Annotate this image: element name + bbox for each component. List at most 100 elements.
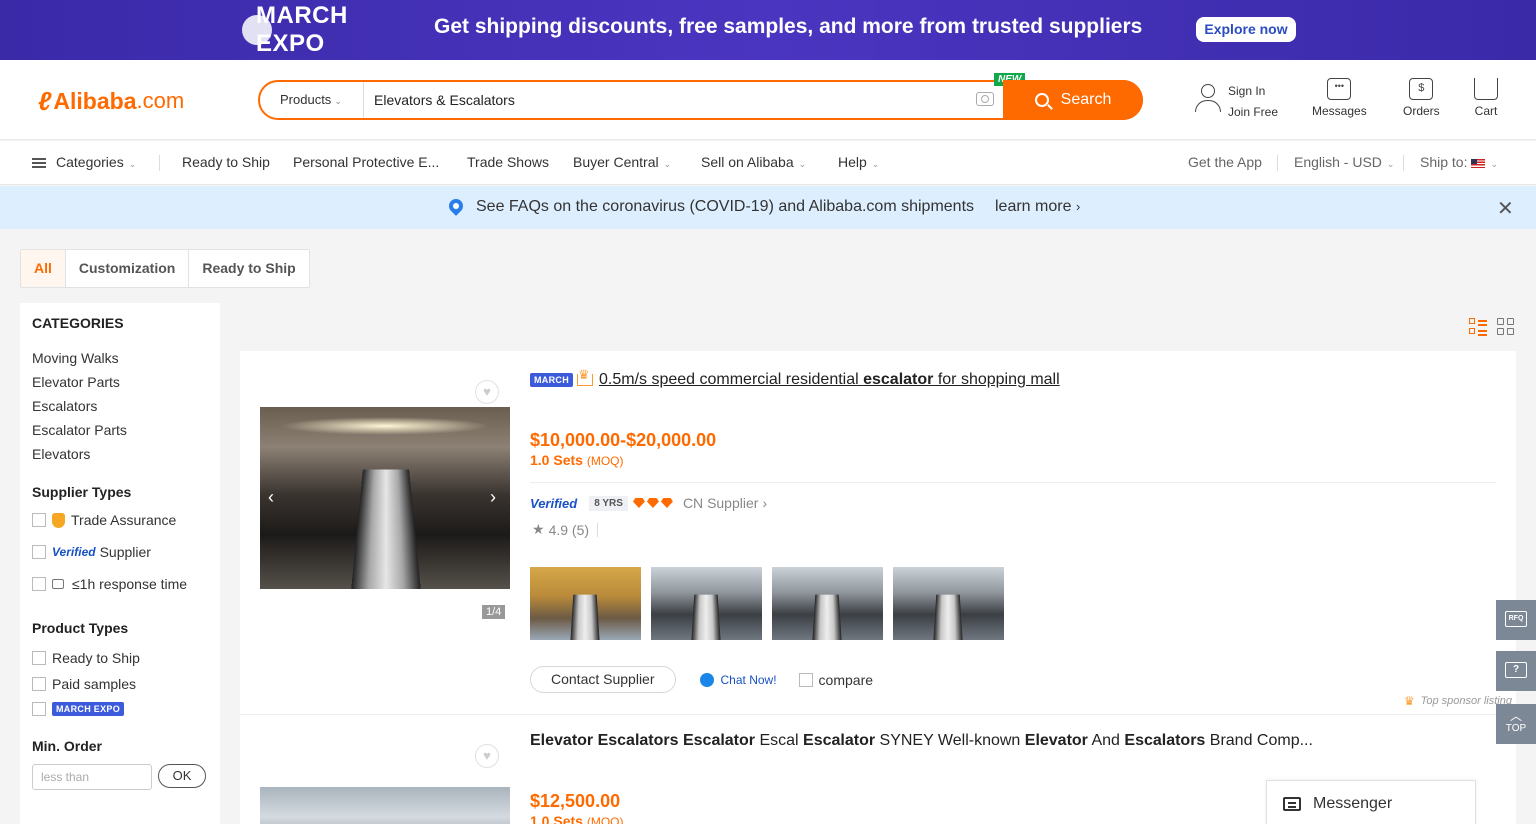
cart-icon bbox=[1474, 78, 1498, 100]
nav-trade-shows[interactable]: Trade Shows bbox=[467, 154, 549, 170]
product-actions: Contact Supplier Chat Now! compare bbox=[530, 666, 873, 693]
chevron-right-icon: › bbox=[762, 495, 768, 511]
checkbox[interactable] bbox=[798, 672, 813, 687]
filter-verified-supplier[interactable]: Verified Supplier bbox=[32, 544, 208, 560]
nav-personal-protective[interactable]: Personal Protective E... bbox=[293, 154, 439, 170]
category-elevators[interactable]: Elevators bbox=[32, 442, 208, 466]
ship-to-selector[interactable]: Ship to: ⌄ bbox=[1420, 154, 1498, 170]
product-title[interactable]: MARCH 0.5m/s speed commercial residentia… bbox=[530, 368, 1060, 389]
orders-link[interactable]: $ Orders bbox=[1403, 78, 1440, 118]
nav-sell-on-alibaba[interactable]: Sell on Alibaba ⌄ bbox=[701, 154, 806, 170]
camera-icon[interactable] bbox=[976, 92, 994, 106]
filter-response-time[interactable]: ≤1h response time bbox=[32, 576, 208, 592]
title-text: Brand Comp... bbox=[1205, 732, 1313, 749]
tab-all[interactable]: All bbox=[21, 250, 66, 287]
feedback-float-button[interactable]: ? bbox=[1496, 651, 1536, 691]
product-image[interactable]: ‹ › bbox=[260, 407, 510, 589]
thumbnail[interactable] bbox=[651, 567, 762, 640]
search-category-label: Products bbox=[280, 92, 332, 107]
chevron-right-icon[interactable]: › bbox=[490, 487, 496, 508]
star-icon: ★ bbox=[532, 521, 545, 537]
categories-title: CATEGORIES bbox=[32, 315, 124, 331]
learn-more-link[interactable]: learn more › bbox=[995, 198, 1080, 216]
category-escalators[interactable]: Escalators bbox=[32, 394, 208, 418]
checkbox[interactable] bbox=[32, 513, 46, 527]
tab-ready-to-ship[interactable]: Ready to Ship bbox=[189, 250, 308, 287]
close-icon[interactable]: ✕ bbox=[1497, 196, 1514, 221]
alibaba-logo[interactable]: ℓ Alibaba .com bbox=[38, 86, 184, 116]
checkbox[interactable] bbox=[32, 702, 46, 716]
title-keyword: Escalators bbox=[1124, 732, 1206, 749]
join-free-link[interactable]: Join Free bbox=[1228, 105, 1278, 119]
ready-to-ship-label: Ready to Ship bbox=[52, 650, 140, 666]
top-label: TOP bbox=[1505, 723, 1527, 734]
filter-ready-to-ship[interactable]: Ready to Ship bbox=[32, 650, 208, 666]
search-category-dropdown[interactable]: Products ⌄ bbox=[260, 82, 364, 118]
thumbnail[interactable] bbox=[893, 567, 1004, 640]
favorite-heart-icon[interactable]: ♥ bbox=[475, 744, 499, 768]
category-escalator-parts[interactable]: Escalator Parts bbox=[32, 418, 208, 442]
compare-checkbox[interactable]: compare bbox=[798, 672, 873, 688]
favorite-heart-icon[interactable]: ♥ bbox=[475, 380, 499, 404]
ship-to-label: Ship to: bbox=[1420, 154, 1468, 170]
supplier-label: Supplier bbox=[707, 495, 759, 511]
language-currency-selector[interactable]: English - USD ⌄ bbox=[1294, 154, 1394, 170]
min-order-input[interactable] bbox=[32, 764, 152, 790]
checkbox[interactable] bbox=[32, 677, 46, 691]
chevron-left-icon[interactable]: ‹ bbox=[268, 487, 274, 508]
verified-badge: Verified bbox=[530, 495, 578, 511]
product-moq: 1.0 Sets (MOQ) bbox=[530, 452, 623, 468]
categories-menu[interactable]: Categories ⌄ bbox=[32, 154, 136, 170]
chat-icon bbox=[699, 672, 714, 687]
search-button[interactable]: Search bbox=[1003, 80, 1143, 120]
contact-supplier-button[interactable]: Contact Supplier bbox=[530, 666, 676, 693]
promo-banner[interactable]: MARCH EXPO Get shipping discounts, free … bbox=[0, 0, 1536, 60]
min-order-filter: OK bbox=[32, 764, 208, 790]
thumbnail[interactable] bbox=[530, 567, 641, 640]
checkbox[interactable] bbox=[32, 577, 46, 591]
paid-samples-label: Paid samples bbox=[52, 676, 137, 692]
search-button-label: Search bbox=[1060, 91, 1112, 108]
grid-view-icon[interactable] bbox=[1497, 318, 1515, 336]
tab-customization[interactable]: Customization bbox=[66, 250, 190, 287]
back-to-top-button[interactable]: ︿ TOP bbox=[1496, 704, 1536, 744]
diamond-icon bbox=[646, 498, 659, 508]
sign-in-area[interactable]: Sign In Join Free bbox=[1194, 84, 1278, 119]
explore-now-button[interactable]: Explore now bbox=[1196, 17, 1296, 42]
messenger-widget[interactable]: Messenger bbox=[1266, 780, 1476, 824]
category-elevator-parts[interactable]: Elevator Parts bbox=[32, 370, 208, 394]
chat-now-label: Chat Now! bbox=[720, 672, 777, 687]
list-view-icon[interactable] bbox=[1469, 318, 1487, 336]
filter-paid-samples[interactable]: Paid samples bbox=[32, 676, 208, 692]
title-text: Escal bbox=[755, 732, 804, 749]
thumbnail[interactable] bbox=[772, 567, 883, 640]
nav-help[interactable]: Help ⌄ bbox=[838, 154, 879, 170]
product-price: $10,000.00-$20,000.00 bbox=[530, 430, 717, 450]
min-order-ok-button[interactable]: OK bbox=[158, 764, 206, 788]
messenger-label: Messenger bbox=[1313, 795, 1393, 812]
filter-march-expo[interactable]: MARCH EXPO bbox=[32, 702, 208, 716]
chevron-down-icon: ⌄ bbox=[128, 159, 137, 169]
sign-in-link[interactable]: Sign In bbox=[1228, 84, 1278, 98]
rfq-float-button[interactable]: RFQ bbox=[1496, 600, 1536, 640]
nav-ready-to-ship[interactable]: Ready to Ship bbox=[182, 154, 270, 170]
product-image[interactable] bbox=[260, 787, 510, 824]
chat-now-button[interactable]: Chat Now! bbox=[699, 672, 777, 687]
chevron-down-icon: ⌄ bbox=[1386, 159, 1395, 169]
get-the-app-link[interactable]: Get the App bbox=[1188, 154, 1262, 170]
category-moving-walks[interactable]: Moving Walks bbox=[32, 346, 208, 370]
location-pin-icon bbox=[446, 196, 466, 216]
product-card[interactable]: ♥ ‹ › 1/4 MARCH 0.5m/s speed commercial … bbox=[240, 351, 1516, 715]
supplier-info[interactable]: Verified 8 YRS CN Supplier › bbox=[530, 495, 767, 511]
checkbox[interactable] bbox=[32, 545, 46, 559]
nav-help-label: Help bbox=[838, 154, 867, 170]
search-input[interactable] bbox=[374, 82, 954, 118]
checkbox[interactable] bbox=[32, 651, 46, 665]
cart-link[interactable]: Cart bbox=[1474, 78, 1498, 118]
messages-link[interactable]: ••• Messages bbox=[1312, 78, 1367, 118]
nav-buyer-central[interactable]: Buyer Central ⌄ bbox=[573, 154, 671, 170]
product-title[interactable]: Elevator Escalators Escalator Escal Esca… bbox=[530, 732, 1313, 750]
filter-trade-assurance[interactable]: Trade Assurance bbox=[32, 512, 208, 528]
min-order-title: Min. Order bbox=[32, 738, 103, 754]
march-expo-logo-text: MARCH EXPO bbox=[256, 2, 348, 57]
